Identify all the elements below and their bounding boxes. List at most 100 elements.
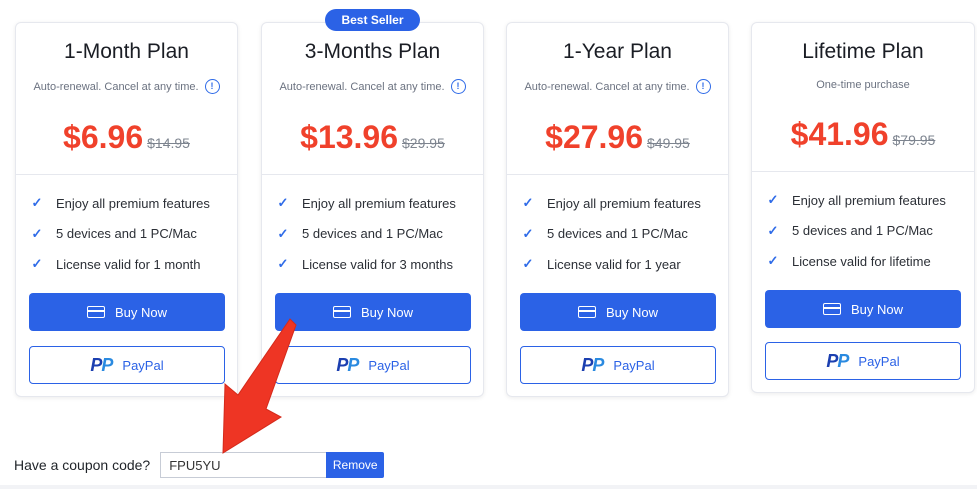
coupon-label: Have a coupon code?	[14, 457, 151, 473]
check-icon: ✓	[522, 195, 534, 211]
buy-now-button[interactable]: Buy Now	[29, 293, 225, 331]
feature-text: 5 devices and 1 PC/Mac	[792, 223, 933, 239]
credit-card-icon	[332, 306, 351, 318]
check-icon: ✓	[767, 192, 779, 208]
buy-now-button[interactable]: Buy Now	[765, 290, 961, 328]
info-icon[interactable]: !	[695, 79, 711, 94]
buy-now-label: Buy Now	[360, 304, 414, 320]
feature-item: ✓ License valid for 1 month	[30, 249, 210, 280]
paypal-icon: PP	[90, 354, 113, 375]
coupon-input[interactable]	[160, 452, 327, 478]
plan-subtitle: Auto-renewal. Cancel at any time. !	[262, 79, 483, 94]
old-price: $79.95	[892, 132, 936, 148]
feature-text: License valid for 1 month	[56, 256, 201, 272]
feature-item: ✓ 5 devices and 1 PC/Mac	[276, 219, 456, 250]
buy-now-label: Buy Now	[605, 304, 659, 320]
buy-now-button[interactable]: Buy Now	[275, 293, 471, 331]
price-row: $13.96 $29.95	[262, 119, 483, 156]
plan-title: 1-Month Plan	[64, 40, 189, 63]
paypal-button[interactable]: PP PayPal	[29, 346, 225, 384]
feature-item: ✓ 5 devices and 1 PC/Mac	[30, 219, 210, 250]
paypal-button[interactable]: PP PayPal	[275, 346, 471, 384]
info-icon[interactable]: !	[204, 79, 220, 94]
check-icon: ✓	[31, 256, 43, 272]
paypal-icon: PP	[336, 354, 359, 375]
plan-subtitle-text: Auto-renewal. Cancel at any time.	[33, 80, 199, 93]
paypal-button[interactable]: PP PayPal	[765, 342, 961, 380]
price-row: $41.96 $79.95	[752, 116, 974, 153]
feature-item: ✓ Enjoy all premium features	[30, 188, 210, 219]
old-price: $14.95	[147, 135, 190, 151]
buy-now-label: Buy Now	[850, 301, 904, 317]
feature-text: License valid for 3 months	[302, 256, 454, 272]
check-icon: ✓	[522, 256, 534, 272]
plan-subtitle-text: Auto-renewal. Cancel at any time.	[524, 80, 690, 93]
feature-text: 5 devices and 1 PC/Mac	[302, 226, 443, 242]
best-seller-badge: Best Seller	[325, 9, 420, 31]
feature-list: ✓ Enjoy all premium features ✓ 5 devices a…	[276, 188, 456, 280]
paypal-button[interactable]: PP PayPal	[520, 346, 716, 384]
plan-title: 3-Months Plan	[304, 40, 441, 63]
divider	[262, 174, 483, 175]
coupon-row: Have a coupon code? Remove	[14, 452, 385, 478]
feature-text: 5 devices and 1 PC/Mac	[547, 226, 688, 242]
price: $6.96	[63, 119, 144, 155]
feature-text: Enjoy all premium features	[547, 195, 701, 211]
plan-title: 1-Year Plan	[563, 40, 672, 63]
plan-card-1-month: 1-Month Plan Auto-renewal. Cancel at any…	[15, 22, 238, 397]
check-icon: ✓	[31, 225, 43, 241]
feature-item: ✓ Enjoy all premium features	[276, 188, 456, 219]
feature-text: Enjoy all premium features	[56, 195, 210, 211]
credit-card-icon	[86, 306, 105, 318]
plan-card-3-months: 3-Months Plan Auto-renewal. Cancel at an…	[261, 22, 484, 397]
credit-card-icon	[577, 306, 596, 318]
plan-card-1-year: 1-Year Plan Auto-renewal. Cancel at any …	[506, 22, 729, 397]
price: $41.96	[790, 116, 889, 152]
divider	[752, 171, 974, 172]
feature-item: ✓ Enjoy all premium features	[766, 185, 946, 216]
check-icon: ✓	[277, 195, 289, 211]
feature-item: ✓ License valid for lifetime	[766, 246, 946, 277]
feature-text: 5 devices and 1 PC/Mac	[56, 226, 197, 242]
paypal-icon: PP	[826, 350, 849, 371]
check-icon: ✓	[522, 225, 534, 241]
feature-item: ✓ 5 devices and 1 PC/Mac	[521, 219, 701, 250]
feature-text: License valid for 1 year	[547, 256, 681, 272]
buy-now-label: Buy Now	[114, 304, 168, 320]
remove-coupon-button[interactable]: Remove	[326, 452, 385, 478]
feature-item: ✓ Enjoy all premium features	[521, 188, 701, 219]
divider	[16, 174, 237, 175]
divider	[507, 174, 728, 175]
check-icon: ✓	[277, 256, 289, 272]
check-icon: ✓	[767, 222, 779, 238]
page-bottom-strip	[0, 485, 977, 489]
plan-subtitle: Auto-renewal. Cancel at any time. !	[16, 79, 237, 94]
paypal-label: PayPal	[368, 357, 410, 373]
paypal-label: PayPal	[122, 357, 164, 373]
feature-text: Enjoy all premium features	[302, 195, 456, 211]
check-icon: ✓	[31, 195, 43, 211]
plan-subtitle: Auto-renewal. Cancel at any time. !	[507, 79, 728, 94]
plan-subtitle-text: Auto-renewal. Cancel at any time.	[279, 80, 445, 93]
price-row: $27.96 $49.95	[507, 119, 728, 156]
feature-list: ✓ Enjoy all premium features ✓ 5 devices a…	[766, 185, 946, 277]
feature-item: ✓ License valid for 3 months	[276, 249, 456, 280]
feature-item: ✓ 5 devices and 1 PC/Mac	[766, 216, 946, 247]
credit-card-icon	[822, 303, 841, 315]
price-row: $6.96 $14.95	[16, 119, 237, 156]
plan-subtitle: One-time purchase	[752, 79, 974, 91]
feature-text: Enjoy all premium features	[792, 192, 946, 208]
paypal-label: PayPal	[858, 353, 900, 369]
buy-now-button[interactable]: Buy Now	[520, 293, 716, 331]
paypal-icon: PP	[581, 354, 604, 375]
feature-item: ✓ License valid for 1 year	[521, 249, 701, 280]
plan-subtitle-text: One-time purchase	[816, 79, 910, 91]
paypal-label: PayPal	[613, 357, 655, 373]
plan-title: Lifetime Plan	[802, 40, 924, 63]
plan-card-lifetime: Lifetime Plan One-time purchase $41.96 $…	[751, 22, 975, 393]
old-price: $29.95	[402, 135, 445, 151]
old-price: $49.95	[647, 135, 690, 151]
check-icon: ✓	[277, 225, 289, 241]
info-icon[interactable]: !	[450, 79, 466, 94]
feature-list: ✓ Enjoy all premium features ✓ 5 devices a…	[30, 188, 210, 280]
